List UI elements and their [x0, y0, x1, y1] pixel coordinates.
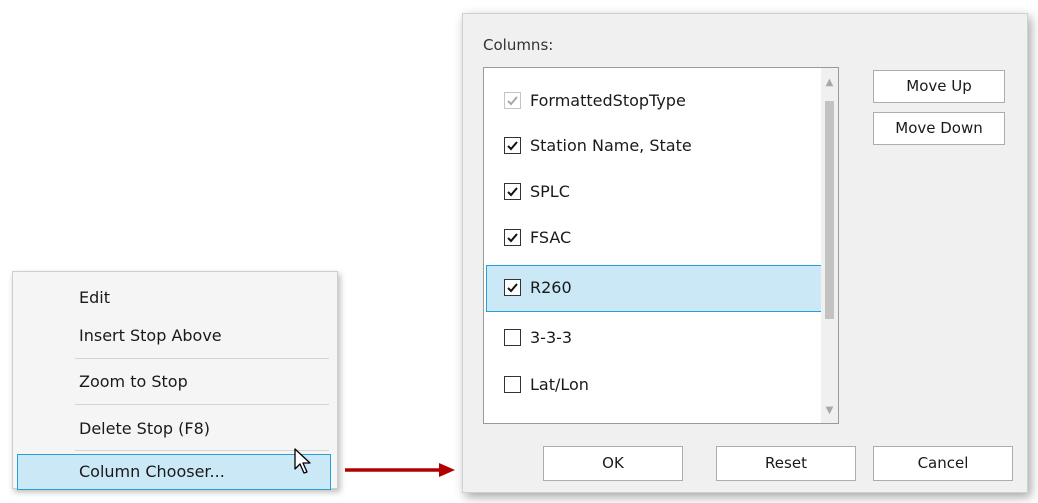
- column-item-r260[interactable]: R260: [486, 265, 822, 312]
- columns-list[interactable]: FormattedStopType Station Name, State SP…: [483, 67, 839, 424]
- move-up-button[interactable]: Move Up: [873, 70, 1005, 103]
- arrow-right-icon: [345, 463, 455, 477]
- checkmark-icon: [507, 233, 518, 243]
- cancel-button[interactable]: Cancel: [873, 446, 1013, 481]
- checkmark-icon: [507, 141, 518, 151]
- column-item-formattedstoptype[interactable]: FormattedStopType: [486, 78, 822, 125]
- scroll-up-arrow-icon[interactable]: ▲: [821, 74, 838, 91]
- list-scrollbar[interactable]: ▲ ▼: [821, 68, 838, 423]
- menu-item-insert-stop-above[interactable]: Insert Stop Above: [17, 318, 331, 354]
- checkmark-icon: [507, 283, 518, 293]
- checkmark-icon: [507, 96, 518, 106]
- column-label: Station Name, State: [530, 136, 692, 155]
- menu-item-label: Insert Stop Above: [79, 326, 222, 345]
- column-label: 3-3-3: [530, 328, 573, 347]
- menu-item-label: Zoom to Stop: [79, 372, 188, 391]
- column-checkbox[interactable]: [504, 279, 521, 296]
- column-checkbox[interactable]: [504, 92, 521, 109]
- mouse-pointer-icon: [294, 448, 311, 474]
- scroll-thumb[interactable]: [825, 101, 834, 319]
- column-item-lat-lon[interactable]: Lat/Lon: [486, 362, 822, 409]
- column-item-splc[interactable]: SPLC: [486, 169, 822, 216]
- column-checkbox[interactable]: [504, 183, 521, 200]
- column-checkbox[interactable]: [504, 329, 521, 346]
- column-item-station-name-state[interactable]: Station Name, State: [486, 123, 822, 170]
- column-item-3-3-3[interactable]: 3-3-3: [486, 315, 822, 362]
- column-label: R260: [530, 278, 572, 297]
- column-label: Lat/Lon: [530, 375, 589, 394]
- menu-item-column-chooser[interactable]: Column Chooser...: [17, 454, 331, 490]
- column-label: FormattedStopType: [530, 91, 686, 110]
- menu-item-label: Column Chooser...: [79, 462, 225, 481]
- column-item-fsac[interactable]: FSAC: [486, 215, 822, 262]
- menu-item-zoom-to-stop[interactable]: Zoom to Stop: [17, 364, 331, 400]
- column-chooser-dialog: Columns: FormattedStopType Station Name,…: [462, 13, 1028, 493]
- checkmark-icon: [507, 187, 518, 197]
- column-label: FSAC: [530, 228, 572, 247]
- column-checkbox[interactable]: [504, 229, 521, 246]
- menu-item-delete-stop[interactable]: Delete Stop (F8): [17, 411, 331, 447]
- menu-item-label: Delete Stop (F8): [79, 419, 210, 438]
- column-label: SPLC: [530, 182, 570, 201]
- columns-label: Columns:: [483, 36, 554, 54]
- menu-separator: [75, 404, 329, 405]
- column-checkbox[interactable]: [504, 376, 521, 393]
- menu-item-edit[interactable]: Edit: [17, 280, 331, 316]
- menu-separator: [75, 450, 329, 451]
- scroll-down-arrow-icon[interactable]: ▼: [821, 402, 838, 419]
- move-down-button[interactable]: Move Down: [873, 112, 1005, 145]
- context-menu: Edit Insert Stop Above Zoom to Stop Dele…: [12, 271, 338, 490]
- column-checkbox[interactable]: [504, 137, 521, 154]
- ok-button[interactable]: OK: [543, 446, 683, 481]
- reset-button[interactable]: Reset: [716, 446, 856, 481]
- menu-item-label: Edit: [79, 288, 110, 307]
- menu-separator: [75, 358, 329, 359]
